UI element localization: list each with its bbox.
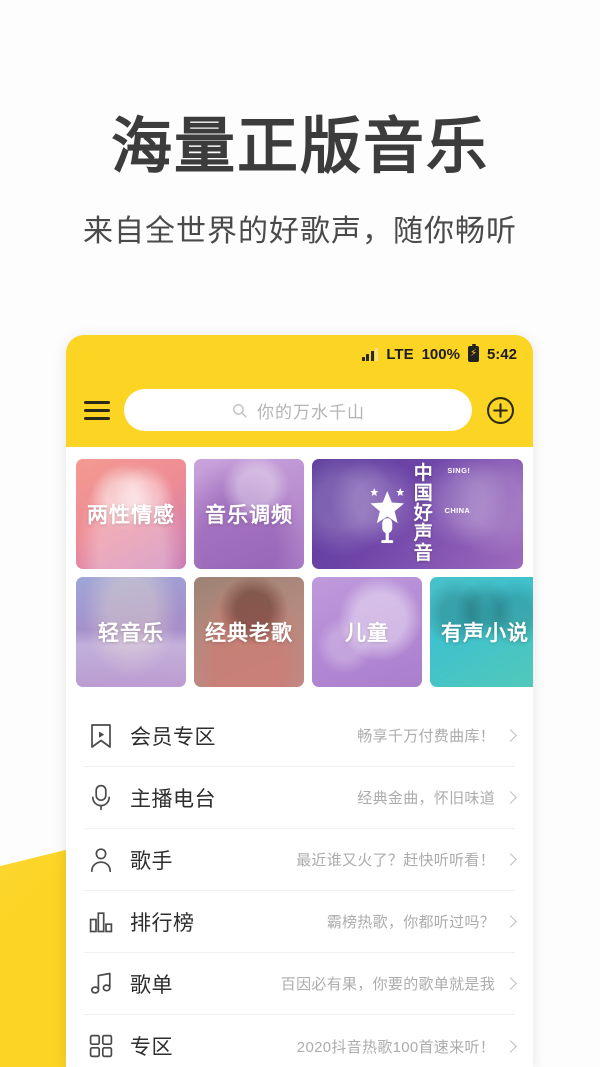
search-placeholder-text: 你的万水千山 [257, 402, 365, 422]
tile-jingdianlaoge[interactable]: 经典老歌 [194, 577, 304, 687]
chevron-right-icon [504, 853, 517, 866]
bookmark-play-icon [84, 723, 118, 749]
tile-row-1: 两性情感 音乐调频 中国 SING! 好声音 CHINA [76, 459, 523, 569]
list-item-title: 排行榜 [130, 911, 195, 935]
tile-yinyuediaopin[interactable]: 音乐调频 [194, 459, 304, 569]
status-bar: LTE 100% ⚡ 5:42 [66, 335, 533, 373]
tile-row-2: 轻音乐 经典老歌 儿童 有声小说 [76, 577, 533, 687]
phone-mockup: LTE 100% ⚡ 5:42 你的万水千山 两性情感 音乐调频 中国 SING… [66, 335, 533, 1067]
battery-percent-label: 100% [421, 345, 460, 363]
search-input[interactable]: 你的万水千山 [124, 389, 472, 431]
network-type-label: LTE [386, 345, 414, 363]
promo-text-block: 海量正版音乐 来自全世界的好歌声，随你畅听 [0, 0, 600, 250]
logo-cn-bottom: 好声音 [413, 503, 434, 564]
decorative-yellow-wedge [0, 848, 70, 1067]
list-item-description: 最近谁又火了？赶快听听看！ [296, 852, 495, 869]
chevron-right-icon [504, 915, 517, 928]
sing-china-logo: 中国 SING! 好声音 CHINA [365, 464, 471, 564]
category-tile-grid: 两性情感 音乐调频 中国 SING! 好声音 CHINA 轻音乐 经典老歌 儿童… [66, 447, 533, 705]
list-item-title: 歌手 [130, 849, 173, 873]
tile-liangxingqinggan[interactable]: 两性情感 [76, 459, 186, 569]
star-microphone-icon [369, 488, 404, 543]
chevron-right-icon [504, 791, 517, 804]
promo-subheadline: 来自全世界的好歌声，随你畅听 [83, 215, 517, 249]
tile-label: 经典老歌 [205, 622, 293, 645]
list-item-title: 主播电台 [130, 787, 216, 811]
list-item-host-radio[interactable]: 主播电台 经典金曲，怀旧味道 [84, 767, 517, 829]
app-header-bar: 你的万水千山 [66, 373, 533, 447]
microphone-icon [84, 784, 118, 811]
chevron-right-icon [504, 1039, 517, 1053]
list-item-vip-zone[interactable]: 会员专区 畅享千万付费曲库！ [84, 705, 517, 767]
logo-en-top: SING! [447, 466, 471, 476]
hamburger-menu-icon[interactable] [84, 400, 110, 420]
logo-cn-top: 中国 [413, 463, 434, 505]
search-icon [233, 403, 247, 418]
tile-youshengxiaoshuo[interactable]: 有声小说 [430, 577, 533, 687]
tile-sing-china[interactable]: 中国 SING! 好声音 CHINA [312, 459, 523, 569]
list-item-charts[interactable]: 排行榜 霸榜热歌，你都听过吗？ [84, 891, 517, 953]
list-item-zones[interactable]: 专区 2020抖音热歌100首速来听！ [84, 1015, 517, 1067]
list-item-title: 专区 [130, 1036, 173, 1059]
chevron-right-icon [504, 977, 517, 990]
grid-icon [84, 1034, 118, 1058]
tile-label: 有声小说 [441, 622, 529, 645]
signal-strength-icon [361, 347, 379, 361]
list-item-title: 会员专区 [130, 725, 216, 749]
logo-en-bottom: CHINA [444, 506, 471, 516]
list-item-description: 霸榜热歌，你都听过吗？ [326, 914, 495, 931]
list-item-description: 畅享千万付费曲库！ [357, 728, 495, 745]
tile-label: 儿童 [345, 622, 389, 645]
tile-label: 两性情感 [87, 504, 175, 527]
list-item-description: 2020抖音热歌100首速来听！ [296, 1038, 495, 1056]
list-item-description: 经典金曲，怀旧味道 [357, 790, 495, 807]
plus-circle-icon[interactable] [486, 396, 515, 425]
list-item-playlists[interactable]: 歌单 百因必有果，你要的歌单就是我 [84, 953, 517, 1015]
logo-wordmark: 中国 SING! 好声音 CHINA [414, 464, 471, 564]
tile-qingyinyue[interactable]: 轻音乐 [76, 577, 186, 687]
promo-headline: 海量正版音乐 [110, 112, 489, 180]
chevron-right-icon [504, 729, 517, 742]
tile-ertong[interactable]: 儿童 [312, 577, 422, 687]
bar-chart-icon [84, 911, 118, 933]
tile-label: 轻音乐 [98, 622, 164, 645]
music-note-icon [84, 972, 118, 996]
list-item-title: 歌单 [130, 973, 173, 997]
list-item-description: 百因必有果，你要的歌单就是我 [280, 976, 495, 993]
tile-label: 音乐调频 [205, 504, 293, 527]
clock-label: 5:42 [486, 345, 517, 363]
person-icon [84, 847, 118, 873]
list-item-artists[interactable]: 歌手 最近谁又火了？赶快听听看！ [84, 829, 517, 891]
battery-charging-icon: ⚡ [467, 344, 479, 362]
navigation-list: 会员专区 畅享千万付费曲库！ 主播电台 经典金曲，怀旧味道 歌手 最近谁又火了？… [66, 705, 533, 1067]
